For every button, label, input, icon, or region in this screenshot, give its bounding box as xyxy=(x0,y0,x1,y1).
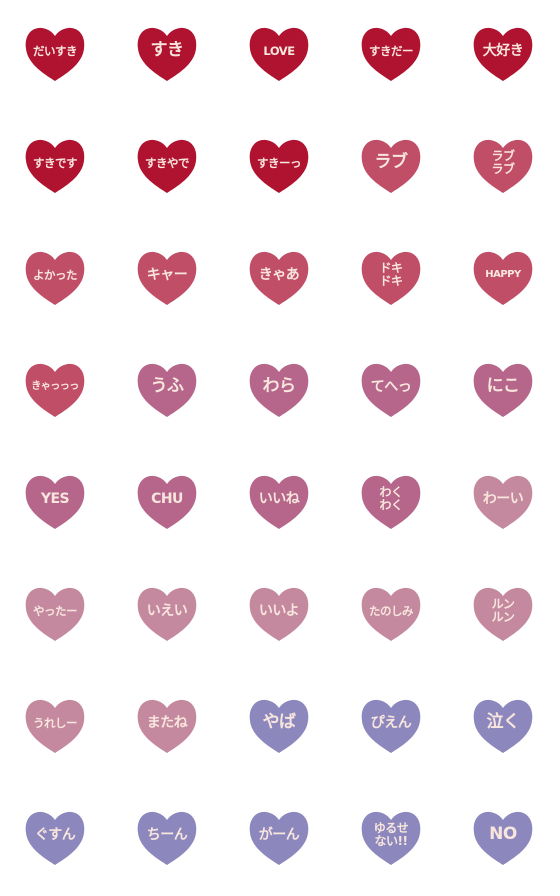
heart-sticker[interactable]: ラブ ラブ xyxy=(472,137,534,195)
heart-sticker[interactable]: LOVE xyxy=(248,25,310,83)
heart-sticker[interactable]: ドキ ドキ xyxy=(360,249,422,307)
sticker-label: だいすき xyxy=(33,43,78,58)
heart-sticker[interactable]: たのしみ xyxy=(360,585,422,643)
sticker-label: ドキ ドキ xyxy=(379,261,403,288)
sticker-label: 泣く xyxy=(486,712,521,733)
heart-sticker[interactable]: よかった xyxy=(24,249,86,307)
sticker-label: ゆるせ ない!! xyxy=(373,821,409,848)
heart-sticker[interactable]: ちーん xyxy=(136,809,198,867)
heart-sticker[interactable]: NO xyxy=(472,809,534,867)
sticker-label: きゃっっっ xyxy=(31,380,79,392)
sticker-label: ぴえん xyxy=(370,714,412,731)
heart-sticker[interactable]: てへっ xyxy=(360,361,422,419)
heart-sticker[interactable]: いいよ xyxy=(248,585,310,643)
sticker-label: 大好き xyxy=(482,42,524,59)
sticker-label: よかった xyxy=(33,267,78,282)
heart-sticker[interactable]: わーい xyxy=(472,473,534,531)
sticker-label: がーん xyxy=(258,826,300,843)
heart-sticker[interactable]: CHU xyxy=(136,473,198,531)
heart-sticker[interactable]: きゃあ xyxy=(248,249,310,307)
heart-sticker[interactable]: すきです xyxy=(24,137,86,195)
heart-sticker[interactable]: ラブ xyxy=(360,137,422,195)
sticker-label: すきやで xyxy=(145,155,190,170)
heart-sticker[interactable]: ぐすん xyxy=(24,809,86,867)
heart-sticker[interactable]: だいすき xyxy=(24,25,86,83)
heart-sticker[interactable]: キャー xyxy=(136,249,198,307)
heart-sticker[interactable]: すき xyxy=(136,25,198,83)
sticker-label: すきです xyxy=(33,155,78,170)
sticker-label: すきだー xyxy=(369,43,414,58)
sticker-label: やば xyxy=(262,712,297,733)
heart-sticker[interactable]: 泣く xyxy=(472,697,534,755)
heart-sticker[interactable]: HAPPY xyxy=(472,249,534,307)
heart-sticker[interactable]: ぴえん xyxy=(360,697,422,755)
sticker-label: ルン ルン xyxy=(491,597,515,624)
sticker-grid: だいすき すき LOVE すきだー 大好きすきです すきやで すきーっ ラブ ラブ ラブよかった… xyxy=(0,0,560,896)
sticker-label: LOVE xyxy=(263,43,295,58)
heart-sticker[interactable]: やったー xyxy=(24,585,86,643)
sticker-label: にこ xyxy=(486,376,520,397)
sticker-label: うれしー xyxy=(33,715,78,730)
sticker-label: キャー xyxy=(146,266,188,283)
sticker-label: いいよ xyxy=(258,602,300,619)
heart-sticker[interactable]: すきーっ xyxy=(248,137,310,195)
sticker-label: CHU xyxy=(151,490,183,507)
sticker-label: やったー xyxy=(33,603,78,618)
sticker-label: いえい xyxy=(146,602,188,619)
sticker-label: わく わく xyxy=(379,485,403,512)
heart-sticker[interactable]: ゆるせ ない!! xyxy=(360,809,422,867)
heart-sticker[interactable]: うふ xyxy=(136,361,198,419)
heart-sticker[interactable]: いえい xyxy=(136,585,198,643)
sticker-label: わら xyxy=(262,376,297,397)
heart-sticker[interactable]: がーん xyxy=(248,809,310,867)
sticker-label: ちーん xyxy=(146,826,188,843)
sticker-label: ラブ xyxy=(374,152,409,173)
sticker-label: ラブ ラブ xyxy=(491,149,515,176)
heart-sticker[interactable]: やば xyxy=(248,697,310,755)
sticker-label: わーい xyxy=(482,490,524,507)
sticker-label: うふ xyxy=(150,376,185,397)
sticker-label: てへっ xyxy=(370,378,412,395)
sticker-label: HAPPY xyxy=(485,268,521,280)
heart-sticker[interactable]: きゃっっっ xyxy=(24,361,86,419)
heart-sticker[interactable]: わら xyxy=(248,361,310,419)
heart-sticker[interactable]: 大好き xyxy=(472,25,534,83)
sticker-label: NO xyxy=(489,824,517,845)
sticker-label: すき xyxy=(150,40,185,61)
heart-sticker[interactable]: またね xyxy=(136,697,198,755)
sticker-label: すきーっ xyxy=(257,155,302,170)
sticker-label: きゃあ xyxy=(258,266,300,283)
heart-sticker[interactable]: にこ xyxy=(472,361,534,419)
sticker-label: またね xyxy=(146,714,188,731)
heart-sticker[interactable]: すきやで xyxy=(136,137,198,195)
sticker-label: いいね xyxy=(258,490,300,507)
heart-sticker[interactable]: すきだー xyxy=(360,25,422,83)
sticker-label: ぐすん xyxy=(34,826,76,843)
heart-sticker[interactable]: いいね xyxy=(248,473,310,531)
heart-sticker[interactable]: わく わく xyxy=(360,473,422,531)
heart-sticker[interactable]: ルン ルン xyxy=(472,585,534,643)
heart-sticker[interactable]: YES xyxy=(24,473,86,531)
heart-sticker[interactable]: うれしー xyxy=(24,697,86,755)
sticker-label: YES xyxy=(40,490,70,507)
sticker-label: たのしみ xyxy=(369,603,414,618)
